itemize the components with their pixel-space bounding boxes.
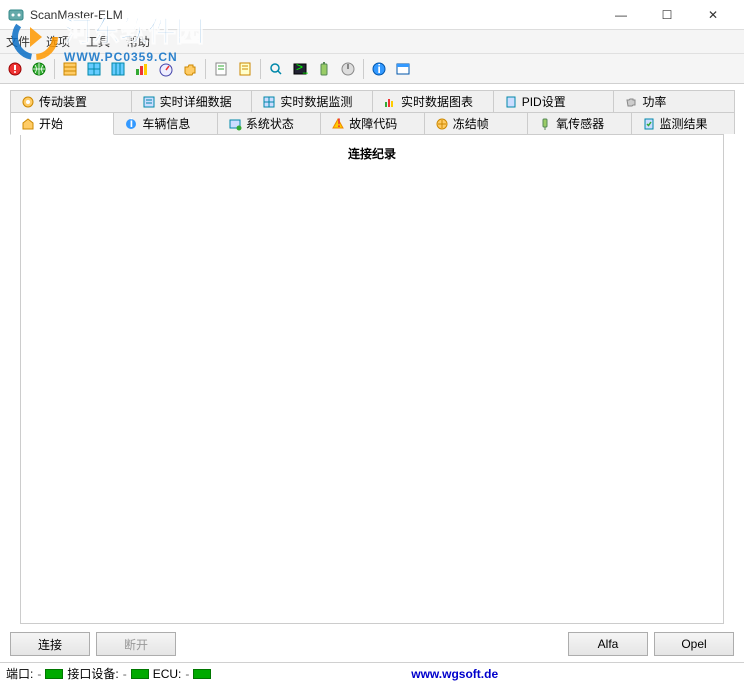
menu-file[interactable]: 文件 bbox=[6, 33, 30, 50]
tab-pid-settings[interactable]: PID设置 bbox=[493, 90, 615, 112]
status-port: 端口: bbox=[6, 665, 33, 682]
tab-oxygen-sensor[interactable]: 氧传感器 bbox=[527, 112, 631, 134]
tab-label: 系统状态 bbox=[246, 115, 294, 132]
maximize-button[interactable]: ☐ bbox=[644, 0, 690, 30]
status-icon bbox=[228, 117, 242, 131]
status-link[interactable]: www.wgsoft.de bbox=[411, 667, 498, 681]
tab-monitor-results[interactable]: 监测结果 bbox=[631, 112, 735, 134]
tab-system-status[interactable]: 系统状态 bbox=[217, 112, 321, 134]
tabs-container: 传动装置 实时详细数据 实时数据监测 实时数据图表 PID设置 功率 开始 i bbox=[0, 84, 744, 624]
doc-icon bbox=[504, 95, 518, 109]
menu-options[interactable]: 选项 bbox=[46, 33, 70, 50]
warning-icon: ! bbox=[331, 117, 345, 131]
status-interface-label: 接口设备: bbox=[67, 665, 118, 682]
toolbar-chart-icon[interactable] bbox=[131, 58, 153, 80]
menubar: 文件 选项 工具 帮助 bbox=[0, 30, 744, 54]
tab-freeze-frame[interactable]: 冻结帧 bbox=[424, 112, 528, 134]
svg-text:!: ! bbox=[337, 117, 341, 130]
status-led-interface bbox=[131, 669, 149, 679]
toolbar-window-icon[interactable] bbox=[392, 58, 414, 80]
toolbar: >_ i bbox=[0, 54, 744, 84]
status-interface: 接口设备: bbox=[67, 665, 118, 682]
tab-label: 功率 bbox=[642, 93, 666, 110]
tab-realtime-detail[interactable]: 实时详细数据 bbox=[131, 90, 253, 112]
menu-help[interactable]: 帮助 bbox=[126, 33, 150, 50]
tab-realtime-chart[interactable]: 实时数据图表 bbox=[372, 90, 494, 112]
status-led-port bbox=[45, 669, 63, 679]
status-dash: - bbox=[185, 667, 189, 681]
tab-label: 故障代码 bbox=[349, 115, 397, 132]
freeze-icon bbox=[435, 117, 449, 131]
window-title: ScanMaster-ELM bbox=[30, 8, 598, 22]
statusbar: 端口: - 接口设备: - ECU: - www.wgsoft.de bbox=[0, 662, 744, 684]
home-icon bbox=[21, 117, 35, 131]
status-dash: - bbox=[37, 667, 41, 681]
status-dash: - bbox=[123, 667, 127, 681]
status-ecu-label: ECU: bbox=[153, 667, 182, 681]
opel-button[interactable]: Opel bbox=[654, 632, 734, 656]
status-led-ecu bbox=[193, 669, 211, 679]
sensor-icon bbox=[538, 117, 552, 131]
svg-text:i: i bbox=[130, 117, 133, 130]
alfa-button[interactable]: Alfa bbox=[568, 632, 648, 656]
info-icon: i bbox=[124, 117, 138, 131]
svg-text:>_: >_ bbox=[296, 61, 308, 74]
status-ecu: ECU: bbox=[153, 667, 182, 681]
tab-label: 监测结果 bbox=[660, 115, 708, 132]
tab-transmission[interactable]: 传动装置 bbox=[10, 90, 132, 112]
close-button[interactable]: ✕ bbox=[690, 0, 736, 30]
toolbar-report1-icon[interactable] bbox=[210, 58, 232, 80]
engine-icon bbox=[624, 95, 638, 109]
toolbar-separator bbox=[205, 59, 206, 79]
toolbar-connect-icon[interactable] bbox=[4, 58, 26, 80]
list-icon bbox=[142, 95, 156, 109]
content-heading: 连接纪录 bbox=[29, 145, 715, 162]
tab-label: PID设置 bbox=[522, 93, 566, 110]
results-icon bbox=[642, 117, 656, 131]
tab-label: 实时详细数据 bbox=[160, 93, 232, 110]
button-bar: 连接 断开 Alfa Opel bbox=[0, 624, 744, 662]
tab-realtime-monitor[interactable]: 实时数据监测 bbox=[251, 90, 373, 112]
disconnect-button[interactable]: 断开 bbox=[96, 632, 176, 656]
toolbar-grid3-icon[interactable] bbox=[107, 58, 129, 80]
toolbar-separator bbox=[363, 59, 364, 79]
tab-label: 冻结帧 bbox=[453, 115, 489, 132]
toolbar-grid2-icon[interactable] bbox=[83, 58, 105, 80]
menu-tools[interactable]: 工具 bbox=[86, 33, 110, 50]
tab-vehicle-info[interactable]: i 车辆信息 bbox=[113, 112, 217, 134]
toolbar-info-icon[interactable]: i bbox=[368, 58, 390, 80]
barchart-icon bbox=[383, 95, 397, 109]
toolbar-search-icon[interactable] bbox=[265, 58, 287, 80]
svg-text:i: i bbox=[378, 62, 381, 76]
monitor-icon bbox=[262, 95, 276, 109]
toolbar-terminal-icon[interactable]: >_ bbox=[289, 58, 311, 80]
toolbar-separator bbox=[260, 59, 261, 79]
toolbar-engine-icon[interactable] bbox=[179, 58, 201, 80]
tab-label: 开始 bbox=[39, 115, 63, 132]
titlebar: ScanMaster-ELM — ☐ ✕ bbox=[0, 0, 744, 30]
toolbar-meter-icon[interactable] bbox=[337, 58, 359, 80]
gear-icon bbox=[21, 95, 35, 109]
tab-label: 氧传感器 bbox=[556, 115, 604, 132]
tab-power[interactable]: 功率 bbox=[613, 90, 735, 112]
toolbar-report2-icon[interactable] bbox=[234, 58, 256, 80]
status-port-label: 端口: bbox=[6, 665, 33, 682]
connect-button[interactable]: 连接 bbox=[10, 632, 90, 656]
toolbar-grid1-icon[interactable] bbox=[59, 58, 81, 80]
tab-start[interactable]: 开始 bbox=[10, 112, 114, 135]
minimize-button[interactable]: — bbox=[598, 0, 644, 30]
toolbar-separator bbox=[54, 59, 55, 79]
toolbar-gauge-icon[interactable] bbox=[155, 58, 177, 80]
tab-label: 实时数据监测 bbox=[280, 93, 352, 110]
tab-label: 传动装置 bbox=[39, 93, 87, 110]
tab-label: 车辆信息 bbox=[142, 115, 190, 132]
tab-fault-codes[interactable]: ! 故障代码 bbox=[320, 112, 424, 134]
content-area: 连接纪录 bbox=[20, 134, 724, 624]
toolbar-battery-icon[interactable] bbox=[313, 58, 335, 80]
toolbar-globe-icon[interactable] bbox=[28, 58, 50, 80]
tab-label: 实时数据图表 bbox=[401, 93, 473, 110]
app-icon bbox=[8, 7, 24, 23]
